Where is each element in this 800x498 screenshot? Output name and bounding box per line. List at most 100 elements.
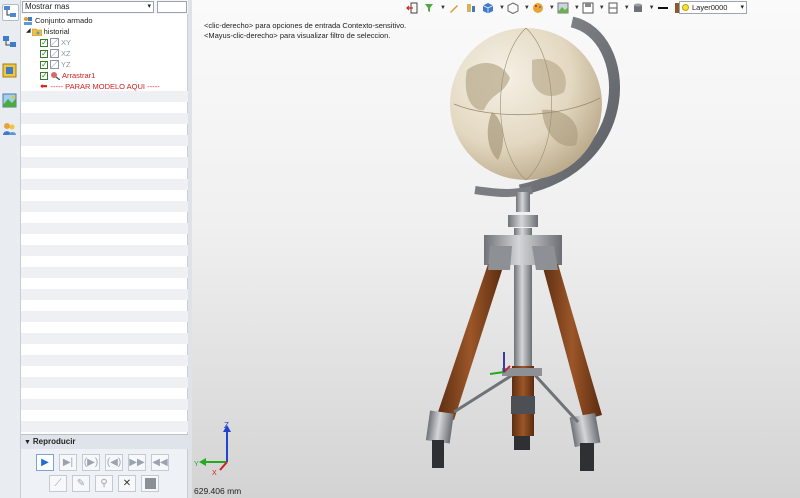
model-tree-icon[interactable] — [2, 4, 19, 21]
pencil-icon — [449, 5, 458, 13]
layer-value: Layer0000 — [692, 3, 728, 12]
3d-viewport[interactable]: Z Y X <clic-derecho> para opciones de en… — [192, 0, 800, 498]
part-icon[interactable] — [2, 63, 19, 80]
play-icon: ▶ — [41, 457, 49, 468]
hint-line-1: <clic-derecho> para opciones de entrada … — [204, 21, 407, 30]
plane-icon — [50, 38, 59, 47]
image-icon[interactable] — [2, 93, 19, 110]
exit-icon — [406, 2, 418, 14]
visibility-checkbox[interactable] — [40, 48, 48, 59]
users-icon[interactable] — [2, 121, 19, 138]
tree-node-arrastrar[interactable]: Arrastrar1 — [40, 70, 95, 81]
tree-node-assembly[interactable]: Conjunto armado — [23, 15, 93, 26]
plane-icon — [50, 49, 59, 58]
fast-forward-button[interactable]: (▶) — [82, 454, 100, 471]
playback-panel: ▼ Reproducir ▶ ▶| (▶) (◀) ▶▶ ◀◀ ⟋ ✎ ⚲ ✕ — [21, 434, 188, 498]
plane-icon — [50, 60, 59, 69]
left-icon-strip — [0, 0, 21, 498]
visibility-checkbox[interactable] — [40, 70, 48, 81]
step-back-icon: (◀) — [106, 457, 122, 468]
tree-node-historial[interactable]: ◢ historial — [26, 26, 69, 37]
playback-header[interactable]: ▼ Reproducir — [21, 435, 188, 449]
tree-filter-input[interactable] — [157, 1, 187, 13]
axis-triad-icon: Z Y X — [194, 421, 231, 477]
collapse-triangle-icon: ▼ — [24, 439, 33, 446]
play-button[interactable]: ▶ — [36, 454, 54, 471]
chevron-down-icon[interactable]: ▼ — [524, 5, 530, 11]
tree-node-plane-yz[interactable]: YZ — [40, 59, 71, 70]
select-filter-button[interactable] — [423, 2, 437, 14]
line-style-button[interactable] — [657, 2, 671, 14]
tree-node-stop-marker[interactable]: ⬅ ----- PARAR MODELO AQUI ----- — [40, 81, 160, 92]
filter-bar: Mostrar mas ▾ — [21, 0, 188, 14]
constraint-button[interactable]: ⟋ — [49, 475, 67, 492]
tree-node-label: Conjunto armado — [35, 16, 93, 25]
step-back-button[interactable]: (◀) — [105, 454, 123, 471]
cube-icon — [482, 3, 494, 14]
tree-node-label: Arrastrar1 — [62, 71, 96, 80]
chevron-down-icon[interactable]: ▼ — [574, 5, 580, 11]
step-forward-icon: ▶| — [62, 457, 74, 468]
y-axis-label: Y — [194, 461, 199, 468]
skip-forward-button[interactable]: ▶▶ — [128, 454, 146, 471]
folder-icon — [31, 28, 42, 36]
background-button[interactable] — [557, 2, 571, 14]
center-column — [508, 192, 538, 450]
visibility-checkbox[interactable] — [40, 37, 48, 48]
cylinder-icon — [633, 3, 642, 12]
chevron-down-icon[interactable]: ▼ — [440, 5, 446, 11]
chevron-down-icon: ▾ — [147, 3, 151, 10]
tree-node-plane-xy[interactable]: XY — [40, 37, 71, 48]
sketch-button[interactable] — [448, 2, 462, 14]
exit-button[interactable] — [406, 2, 420, 14]
rewind-button[interactable]: ◀◀ — [151, 454, 169, 471]
arrow-left-icon: ⬅ — [40, 81, 48, 91]
lightbulb-icon — [682, 4, 689, 11]
chevron-down-icon[interactable]: ▼ — [624, 5, 630, 11]
delete-icon: ✕ — [122, 478, 132, 489]
layer-select[interactable]: Layer0000 ▾ — [679, 1, 747, 14]
tree-node-label: historial — [43, 27, 70, 36]
step-forward-button[interactable]: ▶| — [59, 454, 77, 471]
section-icon — [608, 2, 618, 14]
paint-button[interactable] — [465, 2, 479, 14]
view-cube-button[interactable] — [482, 2, 496, 14]
chevron-down-icon[interactable]: ▼ — [599, 5, 605, 11]
palette-icon — [532, 3, 543, 13]
section-button[interactable] — [607, 2, 621, 14]
x-axis-label: X — [212, 470, 217, 477]
chevron-down-icon: ▾ — [740, 4, 744, 11]
delete-button[interactable]: ✕ — [118, 475, 136, 492]
tree-node-label: XY — [61, 38, 72, 47]
assembly-icon — [24, 17, 32, 25]
chevron-down-icon[interactable]: ▼ — [499, 5, 505, 11]
globe-tripod-model: Z Y X — [194, 16, 621, 477]
paint-icon — [466, 4, 475, 12]
edit-icon: ✎ — [76, 478, 86, 489]
measurement-readout: 629.406 mm — [194, 486, 242, 496]
tree-node-plane-xz[interactable]: XZ — [40, 48, 71, 59]
chevron-down-icon[interactable]: ▼ — [649, 5, 655, 11]
render-button[interactable] — [532, 2, 546, 14]
wireframe-button[interactable] — [507, 2, 521, 15]
stop-button[interactable] — [141, 475, 159, 492]
shading-button[interactable] — [632, 2, 646, 14]
z-axis-label: Z — [224, 421, 229, 430]
drag-icon — [51, 72, 60, 80]
line-style-icon — [657, 7, 668, 9]
save-view-button[interactable] — [582, 2, 596, 14]
fast-forward-icon: (▶) — [83, 457, 99, 468]
tripod-leg-left — [425, 246, 512, 468]
tree-node-label: ----- PARAR MODELO AQUI ----- — [50, 82, 160, 91]
assembly-icon[interactable] — [2, 34, 19, 51]
run-icon: ⚲ — [100, 478, 108, 489]
visibility-checkbox[interactable] — [40, 59, 48, 70]
image-icon — [557, 2, 569, 14]
stop-icon — [144, 478, 156, 489]
run-button[interactable]: ⚲ — [95, 475, 113, 492]
edit-button[interactable]: ✎ — [72, 475, 90, 492]
filter-icon — [425, 4, 433, 12]
tree-filter-select[interactable]: Mostrar mas ▾ — [22, 1, 154, 13]
expand-triangle-icon[interactable]: ◢ — [26, 26, 31, 37]
chevron-down-icon[interactable]: ▼ — [549, 5, 555, 11]
